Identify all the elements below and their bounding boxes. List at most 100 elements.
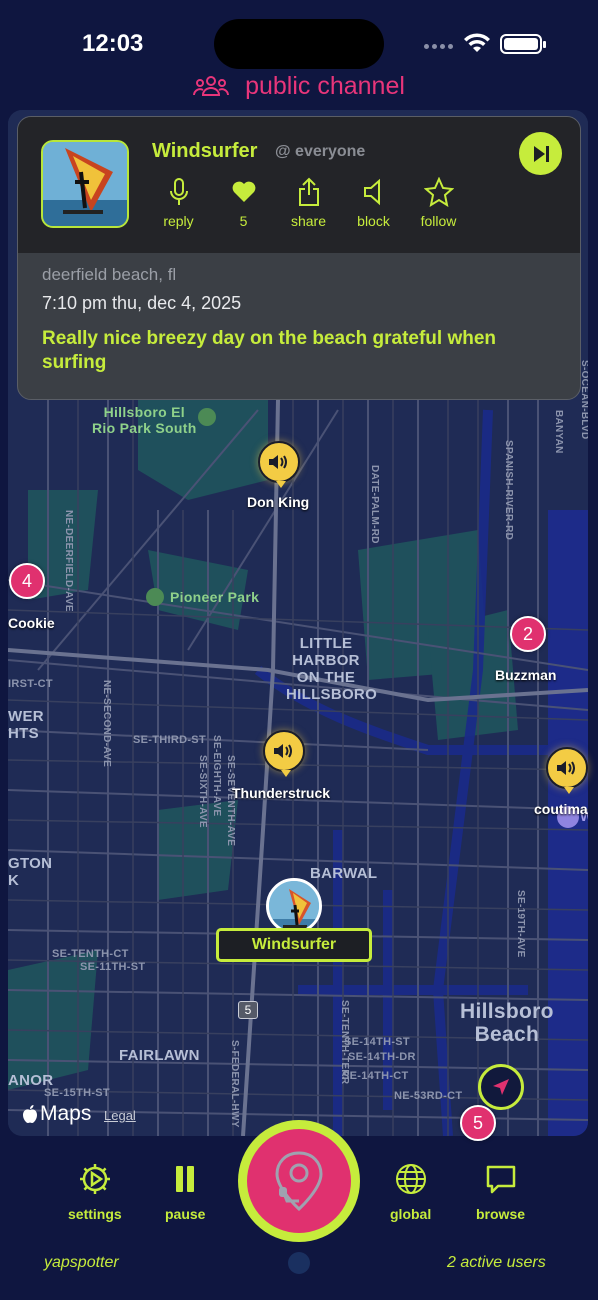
active-users-count: 2 active users [447, 1254, 546, 1271]
windsurfer-image [43, 142, 127, 226]
cluster-marker[interactable]: 4 [9, 563, 45, 599]
map-label-street: NE-53RD-CT [394, 1090, 463, 1102]
browse-label: browse [476, 1206, 526, 1222]
pause-button[interactable]: pause [165, 1162, 205, 1222]
map-label-fairlawn: FAIRLAWN [119, 1047, 200, 1064]
map-label-barwal: BARWAL [310, 865, 378, 882]
route-shield: 5 [238, 1001, 258, 1019]
map-label-street: SE-SIXTH-AVE [197, 755, 208, 828]
reply-button[interactable]: reply [146, 177, 211, 229]
apple-icon [23, 1105, 37, 1123]
pin-name[interactable]: Cookie [8, 615, 55, 631]
wifi-icon [464, 33, 490, 52]
status-bar: 12:03 [0, 0, 598, 70]
map-label-street: SE-14TH-ST [344, 1036, 410, 1048]
settings-button[interactable]: settings [68, 1162, 122, 1222]
legal-link[interactable]: Legal [104, 1108, 136, 1123]
block-button[interactable]: block [341, 177, 406, 229]
locate-button[interactable] [478, 1064, 524, 1110]
post-handle: @ everyone [275, 143, 366, 160]
bottom-nav: settings pause global browse yapspotter … [0, 1120, 598, 1300]
map-label-street: SE-19TH-AVE [515, 890, 526, 958]
like-button[interactable]: 5 [211, 177, 276, 229]
skip-next-icon [533, 145, 549, 162]
like-count: 5 [239, 213, 248, 229]
post-datetime: 7:10 pm thu, dec 4, 2025 [42, 293, 242, 313]
reply-label: reply [163, 213, 194, 229]
post-location: deerfield beach, fl [42, 265, 177, 284]
location-headset-icon [275, 1151, 323, 1212]
speaker-icon [274, 744, 292, 758]
map-label-street: SE-14TH-CT [342, 1070, 409, 1082]
map-label-street: S-FEDERAL-HWY [229, 1040, 240, 1128]
dynamic-island [214, 19, 384, 69]
global-label: global [390, 1206, 432, 1222]
settings-label: settings [68, 1206, 122, 1222]
status-time: 12:03 [82, 30, 144, 57]
map-label-area: IRST-CT [8, 678, 53, 690]
map-label-street: SE-EIGHTH-AVE [211, 735, 222, 817]
apple-maps-logo: Maps [22, 1102, 91, 1126]
current-user-label[interactable]: Windsurfer [216, 928, 372, 962]
follow-button[interactable]: follow [406, 177, 471, 229]
microphone-icon [169, 178, 188, 205]
speaker-icon [269, 455, 287, 469]
map-label-street: SE-15TH-ST [44, 1087, 110, 1099]
pin-name[interactable]: Don King [247, 494, 309, 510]
map-label-hillsboro-park: Hillsboro El Rio Park South [92, 404, 197, 436]
map-label-street: SE-14TH-DR [348, 1051, 416, 1063]
share-icon [298, 177, 319, 206]
share-label: share [290, 213, 327, 229]
record-button[interactable] [238, 1120, 360, 1242]
map-label-street: SE-TENTH-CT [52, 948, 129, 960]
pause-label: pause [165, 1206, 206, 1222]
map-label-street: NE-DEERFIELD-AVE [63, 510, 74, 612]
map-label-hillsboro-beach: Hillsboro Beach [460, 1000, 554, 1046]
current-user-avatar-pin[interactable] [266, 878, 322, 934]
map-label-street: NE-SECOND-AVE [101, 680, 112, 768]
map-label-street: SE-THIRD-ST [133, 734, 206, 746]
share-button[interactable]: share [276, 177, 341, 229]
post-avatar[interactable] [41, 140, 129, 228]
map-label-street: DATE-PALM-RD [369, 465, 380, 544]
post-username[interactable]: Windsurfer [152, 140, 257, 163]
globe-icon [395, 1164, 426, 1194]
maps-label: Maps [40, 1102, 92, 1125]
audio-pin-thunderstruck[interactable] [263, 730, 305, 777]
pause-icon [176, 1166, 195, 1192]
speaker-icon [557, 761, 575, 775]
gear-icon [79, 1164, 110, 1194]
park-icon [146, 588, 164, 606]
post-card[interactable]: Windsurfer @ everyone reply 5 share bloc… [17, 116, 581, 400]
group-icon [193, 76, 230, 96]
park-icon [198, 408, 216, 426]
browse-button[interactable]: browse [476, 1162, 525, 1222]
map-label-street: SE-TENTH-TERR [339, 1000, 350, 1085]
map-label-pioneer-park: Pioneer Park [170, 589, 260, 605]
global-button[interactable]: global [390, 1162, 431, 1222]
skip-next-button[interactable] [519, 132, 562, 175]
follow-label: follow [420, 213, 457, 229]
map-label-street: BANYAN [553, 410, 564, 454]
map-label-area: WER HTS [8, 708, 44, 742]
map-label-area: ANOR [8, 1072, 54, 1089]
map-label-little-harbor: LITTLE HARBOR ON THE HILLSBORO [286, 635, 378, 703]
location-arrow-icon [493, 1079, 509, 1095]
channel-header[interactable]: public channel [0, 70, 598, 102]
post-card-header: Windsurfer @ everyone reply 5 share bloc… [18, 117, 580, 253]
heart-icon [232, 181, 255, 202]
pin-name[interactable]: Thunderstruck [232, 785, 330, 801]
audio-pin-don-king[interactable] [258, 441, 300, 488]
cluster-marker[interactable]: 2 [510, 616, 546, 652]
chat-bubble-icon [486, 1165, 515, 1194]
block-label: block [357, 213, 390, 229]
cellular-icon [424, 44, 454, 50]
channel-label: public channel [245, 71, 405, 100]
map-label-area: GTON K [8, 855, 53, 889]
battery-icon [500, 34, 546, 54]
pin-name[interactable]: Buzzman [495, 667, 556, 683]
pin-name[interactable]: coutima [534, 801, 588, 817]
post-actions: reply 5 share block follow [146, 177, 471, 229]
page-indicator [288, 1252, 310, 1274]
audio-pin-coutima[interactable] [546, 747, 588, 794]
